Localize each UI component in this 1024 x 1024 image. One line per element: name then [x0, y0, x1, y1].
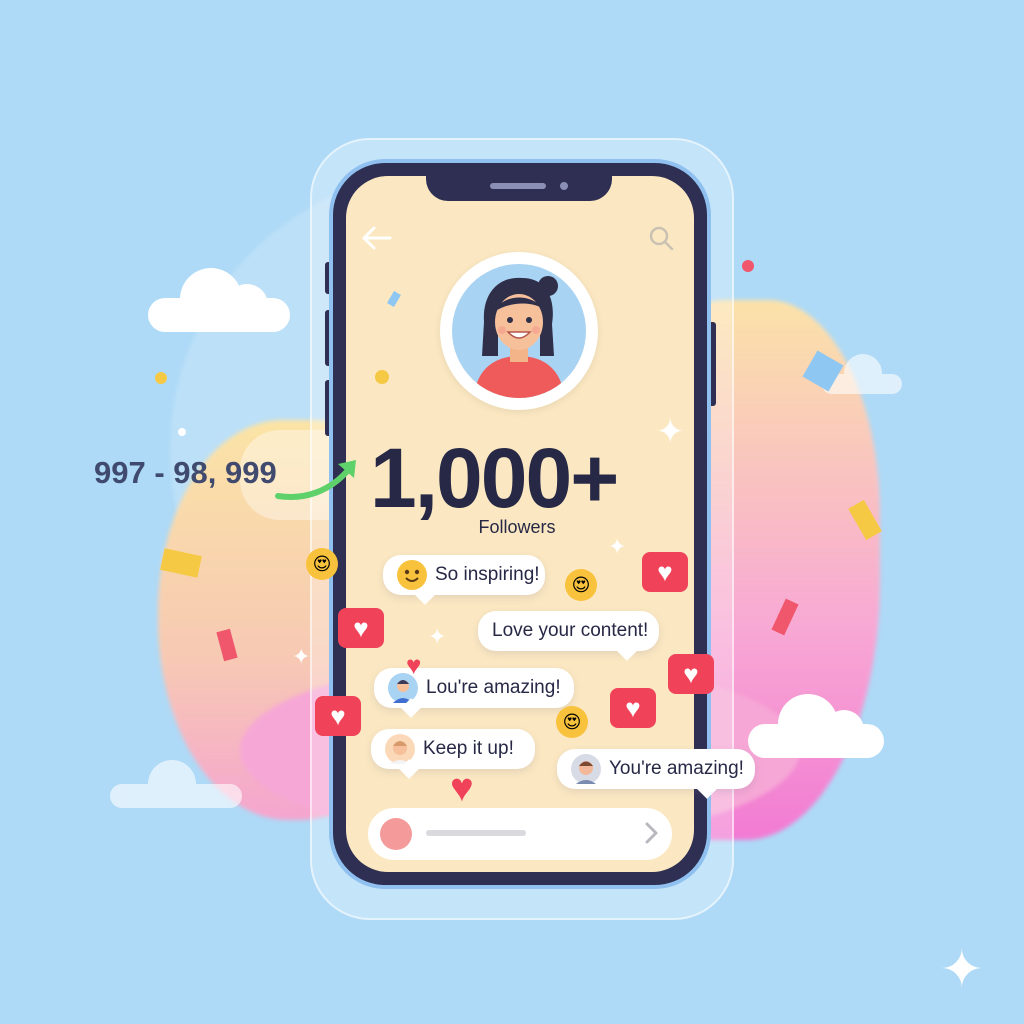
- comment-bubble[interactable]: You're amazing!: [557, 749, 755, 789]
- comment-text: So inspiring!: [435, 564, 540, 585]
- cloud-bottom-right: [748, 690, 884, 758]
- avatar[interactable]: [452, 264, 586, 398]
- chevron-right-icon[interactable]: [642, 820, 662, 846]
- heart-icon: ♥: [450, 766, 474, 810]
- confetti-dot: [742, 260, 754, 272]
- followers-label: Followers: [478, 517, 556, 537]
- comment-bubble[interactable]: Lou're amazing!: [374, 668, 574, 708]
- confetti-dot: [375, 370, 389, 384]
- heart-reaction-icon: ♥: [610, 688, 656, 728]
- cloud-top-left: [148, 262, 290, 332]
- heart-eyes-emoji-icon: 😍: [306, 548, 338, 580]
- user-avatar-icon: [385, 734, 415, 764]
- front-camera: [560, 182, 568, 190]
- sparkle-icon: ✦: [428, 624, 447, 649]
- heart-icon: ♥: [406, 650, 422, 680]
- smile-emoji-icon: [397, 560, 427, 590]
- comment-bubble[interactable]: Keep it up!: [371, 729, 535, 769]
- search-icon[interactable]: [646, 224, 676, 254]
- follower-count: 1,000+: [370, 431, 619, 525]
- sparkle-icon: ✦: [292, 644, 311, 669]
- back-arrow-icon[interactable]: [360, 224, 392, 252]
- comment-text: Lou're amazing!: [426, 677, 561, 698]
- heart-eyes-emoji-icon: 😍: [565, 569, 597, 601]
- confetti-dot: [155, 372, 167, 384]
- heart-eyes-emoji-icon: 😍: [556, 706, 588, 738]
- growth-arrow-icon: [274, 456, 362, 504]
- previous-count-range: 997 - 98, 999: [94, 455, 277, 490]
- heart-reaction-icon: ♥: [315, 696, 361, 736]
- heart-reaction-icon: ♥: [642, 552, 688, 592]
- sparkle-icon: ✦: [940, 941, 984, 999]
- comment-bubble[interactable]: So inspiring!: [383, 555, 545, 595]
- heart-reaction-icon: ♥: [668, 654, 714, 694]
- comment-text: You're amazing!: [609, 758, 744, 779]
- sparkle-icon: ✦: [656, 413, 685, 451]
- sparkle-icon: ✦: [608, 534, 627, 559]
- cloud-bottom-left: [110, 758, 242, 808]
- phone-notch: [426, 163, 612, 201]
- confetti-dot: [178, 428, 186, 436]
- comment-text: Keep it up!: [423, 738, 514, 759]
- heart-reaction-icon: ♥: [338, 608, 384, 648]
- input-placeholder-line: [426, 830, 526, 836]
- user-avatar-dot: [380, 818, 412, 850]
- comment-text: Love your content!: [492, 620, 649, 641]
- speaker-grille: [490, 183, 546, 189]
- user-avatar-icon: [571, 754, 601, 784]
- side-button: [706, 322, 716, 406]
